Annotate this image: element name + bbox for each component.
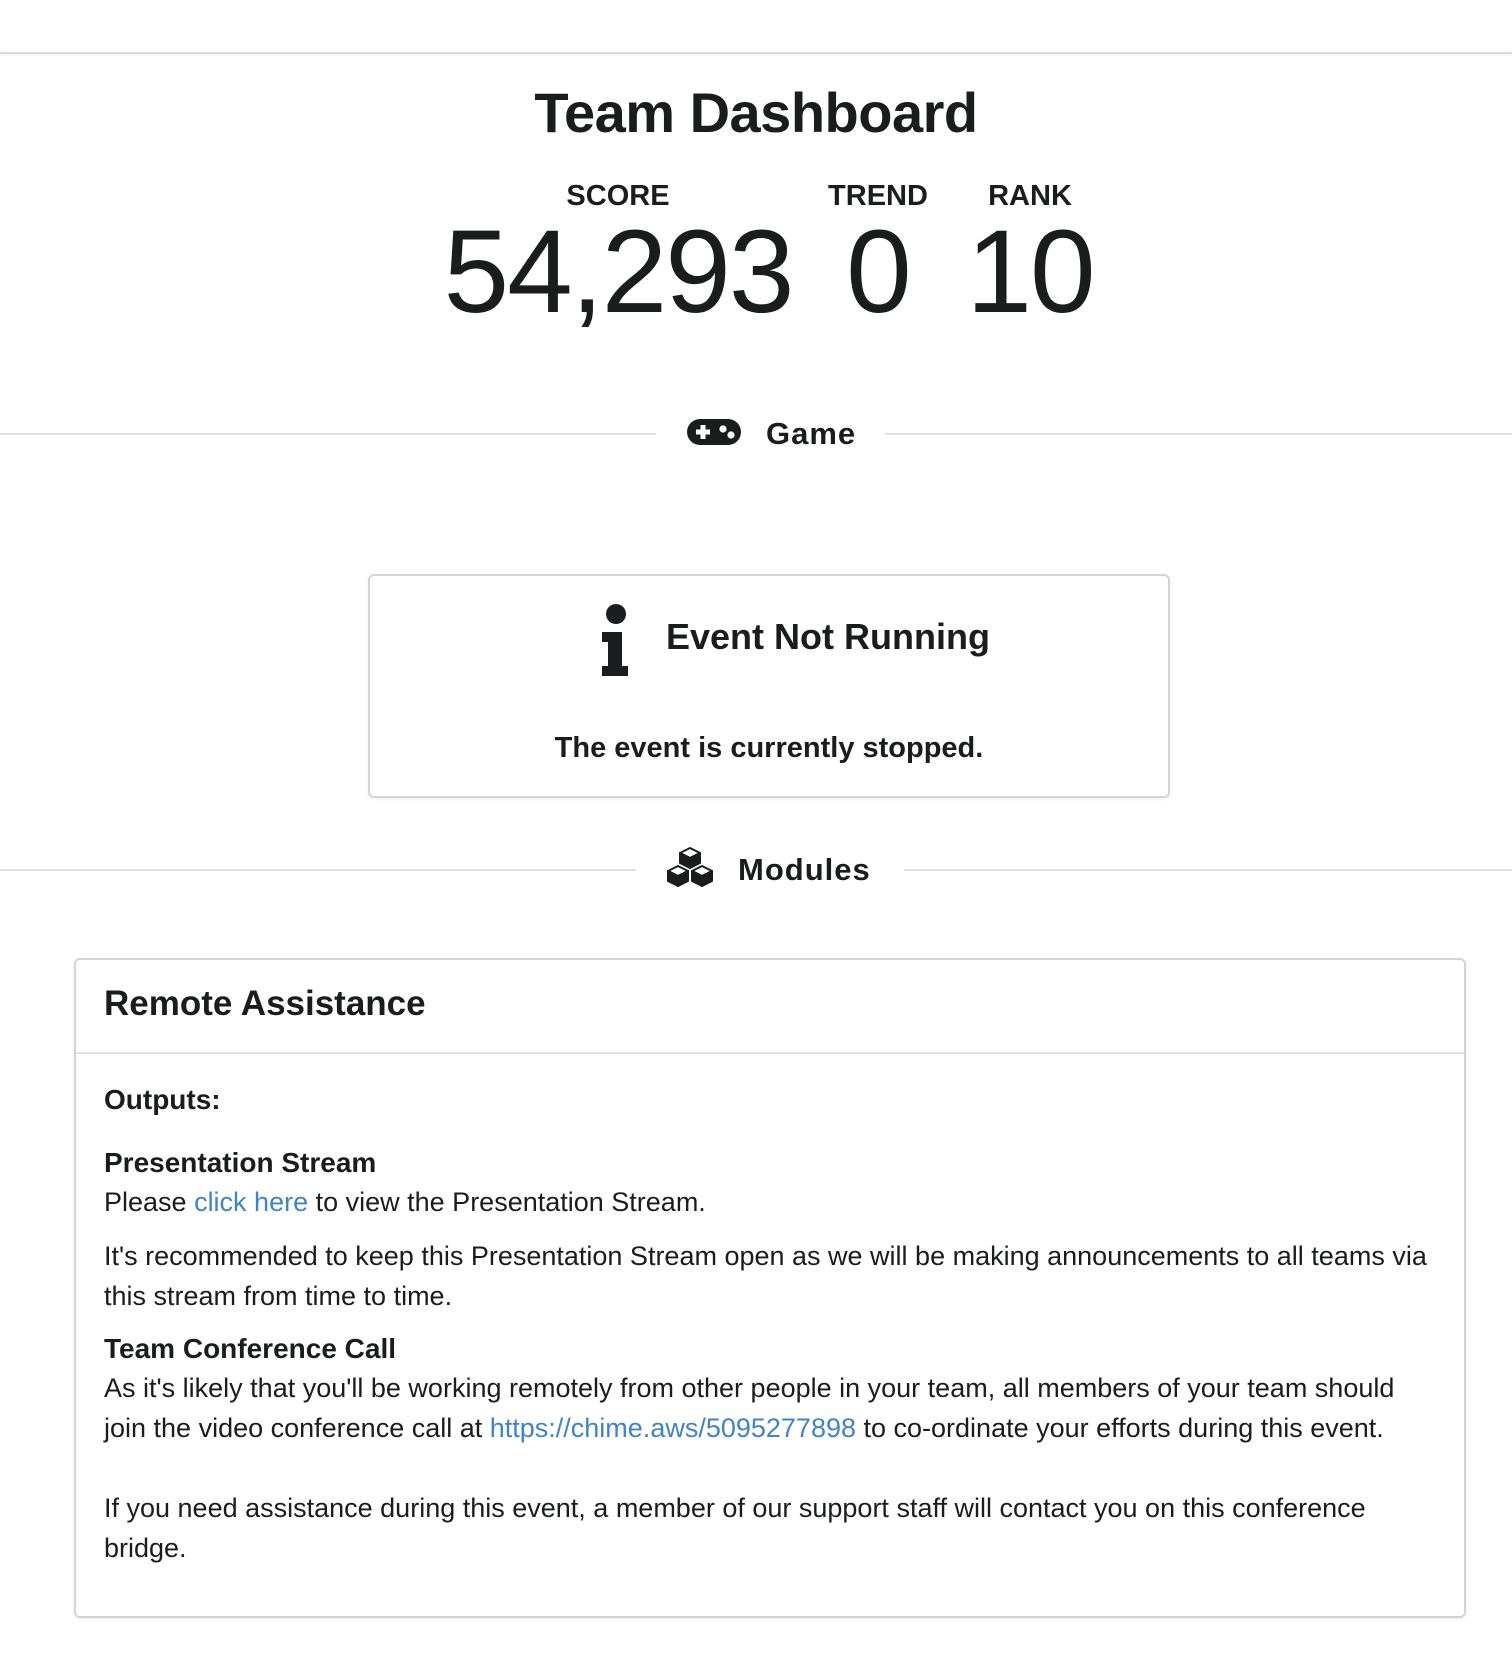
modules-section-divider: Modules: [0, 840, 1512, 900]
gamepad-icon: [686, 417, 742, 452]
info-icon: [598, 604, 634, 683]
event-status-message: Event Not Running The event is currently…: [368, 574, 1170, 798]
text-fragment: Please: [104, 1187, 195, 1217]
conference-call-link[interactable]: https://chime.aws/5095277898: [490, 1413, 856, 1443]
panel-body: Outputs: Presentation Stream Please clic…: [76, 1054, 1464, 1568]
game-section-header: Game: [686, 404, 857, 464]
rank-stat: RANK 10: [960, 176, 1100, 338]
top-divider: [0, 52, 1512, 54]
text-fragment: to view the Presentation Stream.: [308, 1187, 706, 1217]
modules-section-label: Modules: [738, 852, 871, 887]
score-value: 54,293: [443, 206, 795, 338]
conference-call-heading: Team Conference Call: [104, 1333, 397, 1364]
game-section-label: Game: [766, 416, 857, 451]
event-status-title: Event Not Running: [666, 616, 990, 657]
trend-stat: TREND 0: [818, 176, 938, 338]
conference-call-text: As it's likely that you'll be working re…: [104, 1368, 1436, 1448]
assistance-text: If you need assistance during this event…: [104, 1493, 1366, 1563]
text-fragment: to co-ordinate your efforts during this …: [856, 1413, 1384, 1443]
divider-line: [0, 869, 636, 871]
game-section-divider: Game: [0, 404, 1512, 464]
remote-assistance-panel: Remote Assistance Outputs: Presentation …: [74, 958, 1466, 1618]
trend-value: 0: [846, 206, 912, 338]
outputs-label: Outputs:: [104, 1084, 221, 1115]
modules-section-header: Modules: [666, 840, 871, 900]
divider-line: [904, 869, 1512, 871]
score-stat: SCORE 54,293: [428, 176, 808, 338]
rank-value: 10: [966, 206, 1095, 338]
presentation-stream-link[interactable]: click here: [194, 1187, 308, 1217]
cubes-icon: [666, 846, 714, 894]
event-status-text: The event is currently stopped.: [554, 732, 984, 764]
page-title: Team Dashboard: [534, 81, 978, 144]
divider-line: [885, 433, 1512, 435]
divider-line: [0, 433, 656, 435]
presentation-stream-heading: Presentation Stream: [104, 1147, 377, 1178]
presentation-stream-text: Please click here to view the Presentati…: [104, 1182, 1436, 1222]
panel-title: Remote Assistance: [76, 960, 1464, 1054]
presentation-stream-recommendation: It's recommended to keep this Presentati…: [104, 1241, 1427, 1311]
